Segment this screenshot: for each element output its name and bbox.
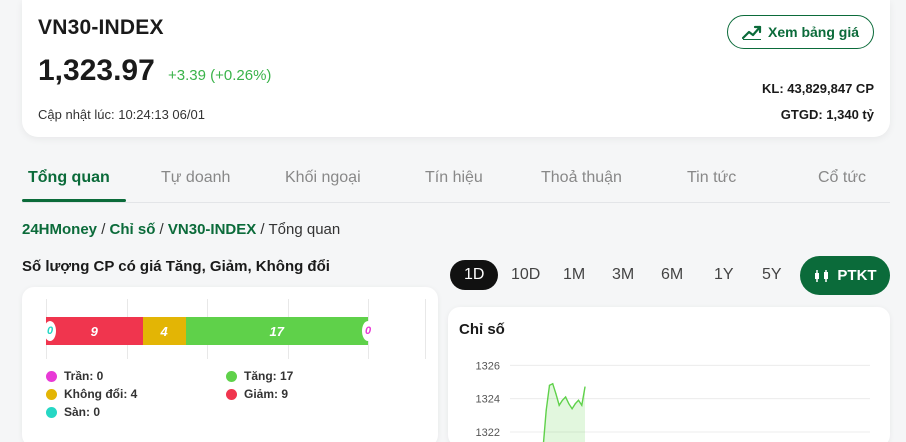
- breadcrumb-home[interactable]: 24HMoney: [22, 221, 97, 238]
- y-tick-label: 1324: [476, 394, 500, 406]
- legend-ceiling-label: Trần: 0: [64, 369, 104, 383]
- breadcrumb-current: Tổng quan: [268, 221, 341, 238]
- index-chart-card: Chỉ số 1326 1324 1322: [448, 307, 890, 442]
- index-data-point: [581, 404, 583, 406]
- floor-count-label: 0: [44, 321, 56, 341]
- legend-dot: [46, 388, 57, 400]
- index-data-point: [552, 383, 554, 385]
- index-data-point: [561, 399, 563, 401]
- candlestick-icon: [815, 269, 829, 282]
- index-data-point: [584, 386, 586, 388]
- index-data-point: [558, 404, 560, 406]
- breadcrumb-separator: /: [256, 221, 269, 238]
- index-data-point: [574, 403, 576, 405]
- index-data-point: [565, 396, 567, 398]
- period-10d-button[interactable]: 10D: [497, 260, 554, 290]
- technical-analysis-label: PTKT: [837, 267, 877, 284]
- ceiling-count-label: 0: [362, 321, 374, 341]
- index-data-point: [548, 384, 551, 386]
- legend-dot: [226, 370, 237, 382]
- legend-unchanged: Không đổi: 4: [46, 387, 137, 401]
- index-data-point: [571, 408, 573, 410]
- index-chart: 1326 1324 1322: [476, 360, 870, 442]
- tab-bar: Tổng quan Tự doanh Khối ngoại Tín hiệu T…: [22, 157, 890, 203]
- tab-news[interactable]: Tin tức: [687, 169, 736, 187]
- legend-up: Tăng: 17: [226, 369, 293, 383]
- tab-put-through[interactable]: Thoả thuận: [541, 169, 622, 187]
- breadth-bar: 9 4 17: [46, 317, 368, 345]
- index-summary-card: VN30-INDEX 1,323.97 +3.39 (+0.26%) Cập n…: [22, 0, 890, 137]
- tab-foreign[interactable]: Khối ngoại: [285, 169, 361, 187]
- trading-value: GTGD: 1,340 tỷ: [780, 107, 874, 122]
- trading-volume: KL: 43,829,847 CP: [761, 81, 874, 96]
- y-tick-label: 1322: [476, 427, 500, 439]
- breadth-segment-up: 17: [185, 317, 368, 345]
- period-1y-button[interactable]: 1Y: [700, 260, 748, 290]
- technical-analysis-button[interactable]: PTKT: [800, 256, 890, 295]
- breadcrumb-index[interactable]: VN30-INDEX: [168, 221, 256, 238]
- legend-up-label: Tăng: 17: [244, 369, 294, 383]
- breadth-card: 9 4 17 0 0 Trần: 0 Tăng: 17 Không đổi: 4 G…: [22, 287, 438, 442]
- index-data-point: [555, 393, 557, 395]
- period-1m-button[interactable]: 1M: [549, 260, 599, 290]
- breadcrumb-separator: /: [97, 221, 110, 238]
- y-tick-label: 1326: [476, 360, 500, 372]
- period-5y-button[interactable]: 5Y: [748, 260, 796, 290]
- index-data-point: [577, 399, 580, 401]
- active-tab-indicator: [22, 199, 126, 202]
- view-price-board-button[interactable]: Xem bảng giá: [727, 15, 874, 49]
- legend-floor-label: Sàn: 0: [64, 405, 101, 419]
- breadcrumb-separator: /: [155, 221, 168, 238]
- gridline: [425, 299, 426, 359]
- breadcrumb: 24HMoney / Chỉ số / VN30-INDEX / Tổng qu…: [22, 221, 340, 238]
- legend-unchanged-label: Không đổi: 4: [64, 387, 138, 401]
- index-data-point: [545, 409, 547, 411]
- period-3m-button[interactable]: 3M: [598, 260, 648, 290]
- breadth-segment-unchanged: 4: [142, 317, 186, 345]
- period-1d-button[interactable]: 1D: [450, 260, 499, 290]
- legend-dot: [46, 370, 57, 382]
- index-change: +3.39 (+0.26%): [168, 67, 272, 84]
- tab-overview[interactable]: Tổng quan: [28, 169, 110, 187]
- legend-dot: [226, 388, 237, 400]
- legend-down: Giảm: 9: [226, 387, 288, 401]
- breadcrumb-indices[interactable]: Chỉ số: [110, 221, 156, 238]
- update-time: Cập nhật lúc: 10:24:13 06/01: [38, 107, 205, 122]
- period-6m-button[interactable]: 6M: [647, 260, 697, 290]
- index-name: VN30-INDEX: [38, 16, 164, 39]
- legend-ceiling: Trần: 0: [46, 369, 103, 383]
- legend-dot: [46, 406, 57, 418]
- trending-up-icon: [741, 25, 762, 40]
- legend-down-label: Giảm: 9: [244, 387, 289, 401]
- index-price: 1,323.97: [38, 54, 155, 87]
- tab-signals[interactable]: Tín hiệu: [425, 169, 483, 187]
- breadth-title: Số lượng CP có giá Tăng, Giảm, Không đổi: [22, 258, 330, 275]
- legend-floor: Sàn: 0: [46, 405, 100, 419]
- tab-proprietary[interactable]: Tự doanh: [161, 169, 230, 187]
- index-data-point: [568, 403, 570, 405]
- view-price-board-label: Xem bảng giá: [767, 24, 860, 40]
- breadth-segment-down: 9: [46, 317, 143, 345]
- tab-dividends[interactable]: Cổ tức: [818, 169, 866, 187]
- index-area-fill: [543, 383, 585, 442]
